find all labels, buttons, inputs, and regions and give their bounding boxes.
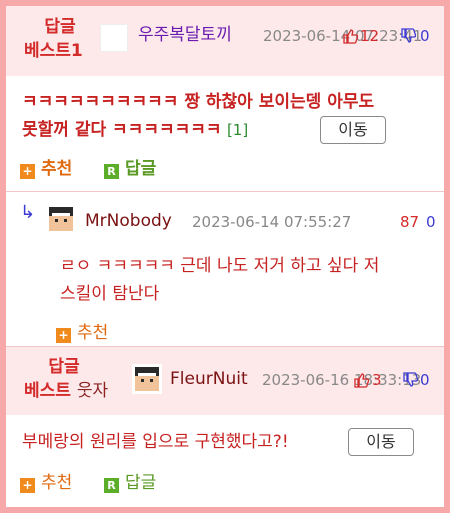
plus-icon: + [20, 478, 35, 493]
reply-icon: R [104, 478, 119, 493]
best-badge: 답글 [30, 16, 90, 38]
recommend-label: 추천 [41, 159, 73, 179]
reply-arrow-icon: ↳ [20, 202, 36, 223]
upvote-count: 3 [372, 371, 382, 389]
recommend-label: 추천 [77, 323, 109, 343]
recommend-label: 추천 [41, 473, 73, 493]
avatar[interactable] [100, 24, 128, 52]
divider [6, 191, 444, 192]
reply-button[interactable]: R 답글 [104, 158, 156, 180]
badge-line1: 답글 [44, 17, 76, 37]
badge-line2: 베스트1 [24, 41, 83, 61]
move-button[interactable]: 이동 [348, 428, 414, 456]
comment-date: 2023-06-14 07:55:27 [192, 213, 352, 231]
move-button[interactable]: 이동 [320, 116, 386, 144]
nickname[interactable]: MrNobody [85, 210, 172, 232]
reply-label: 답글 [125, 159, 157, 179]
recommend-button[interactable]: + 추천 [20, 472, 72, 494]
reply-label: 답글 [125, 473, 157, 493]
nickname[interactable]: FleurNuit [170, 368, 248, 390]
comment-text: 부메랑의 원리를 입으로 구현했다고?! [22, 432, 289, 452]
thumbs-up-icon[interactable] [342, 28, 358, 44]
comment-text-line2: 스킬이 탐난다 [60, 284, 160, 304]
recommend-button[interactable]: + 추천 [20, 158, 72, 180]
comment-date: 2023-06-16 18:33:13 [262, 371, 422, 389]
plus-icon: + [56, 328, 71, 343]
comment-text-cont: 못할꺼 같다 ㅋㅋㅋㅋㅋㅋㅋ [22, 120, 222, 140]
avatar[interactable] [132, 364, 162, 394]
badge-line1: 답글 [48, 357, 80, 377]
downvote-count: 0 [420, 371, 430, 389]
comment-list: 답글 베스트1 우주복달토끼 2023-06-14 07:23:41 12 0 … [6, 6, 444, 507]
plus-icon: + [20, 164, 35, 179]
best-badge-rank: 베스트 웃자 [24, 380, 108, 402]
reply-icon: R [104, 164, 119, 179]
reply-button[interactable]: R 답글 [104, 472, 156, 494]
badge-category: 웃자 [76, 381, 109, 401]
downvote-count: 0 [420, 27, 430, 45]
thumbs-down-icon[interactable] [400, 28, 416, 44]
comment-text: ㄹㅇ ㅋㅋㅋㅋㅋ 근데 나도 저거 하고 싶다 저 [60, 256, 380, 276]
upvote-count: 87 [400, 213, 420, 231]
thumbs-up-icon[interactable] [353, 372, 369, 388]
comment-text: ㅋㅋㅋㅋㅋㅋㅋㅋㅋㅋ 짱 하찮아 보이는뎅 아무도 [22, 92, 375, 112]
downvote-count: 0 [426, 213, 436, 231]
thumbs-down-icon[interactable] [402, 372, 418, 388]
avatar[interactable] [46, 204, 76, 234]
badge-line2: 베스트 [24, 381, 71, 401]
comment-text-line2: 못할꺼 같다 ㅋㅋㅋㅋㅋㅋㅋ [1] [22, 116, 248, 144]
nickname[interactable]: 우주복달토끼 [138, 24, 232, 46]
upvote-count: 12 [360, 27, 380, 45]
best-badge-rank: 베스트1 [24, 40, 83, 62]
best-badge: 답글 [34, 356, 94, 378]
recommend-button[interactable]: + 추천 [56, 322, 108, 344]
reply-count[interactable]: [1] [227, 121, 248, 139]
